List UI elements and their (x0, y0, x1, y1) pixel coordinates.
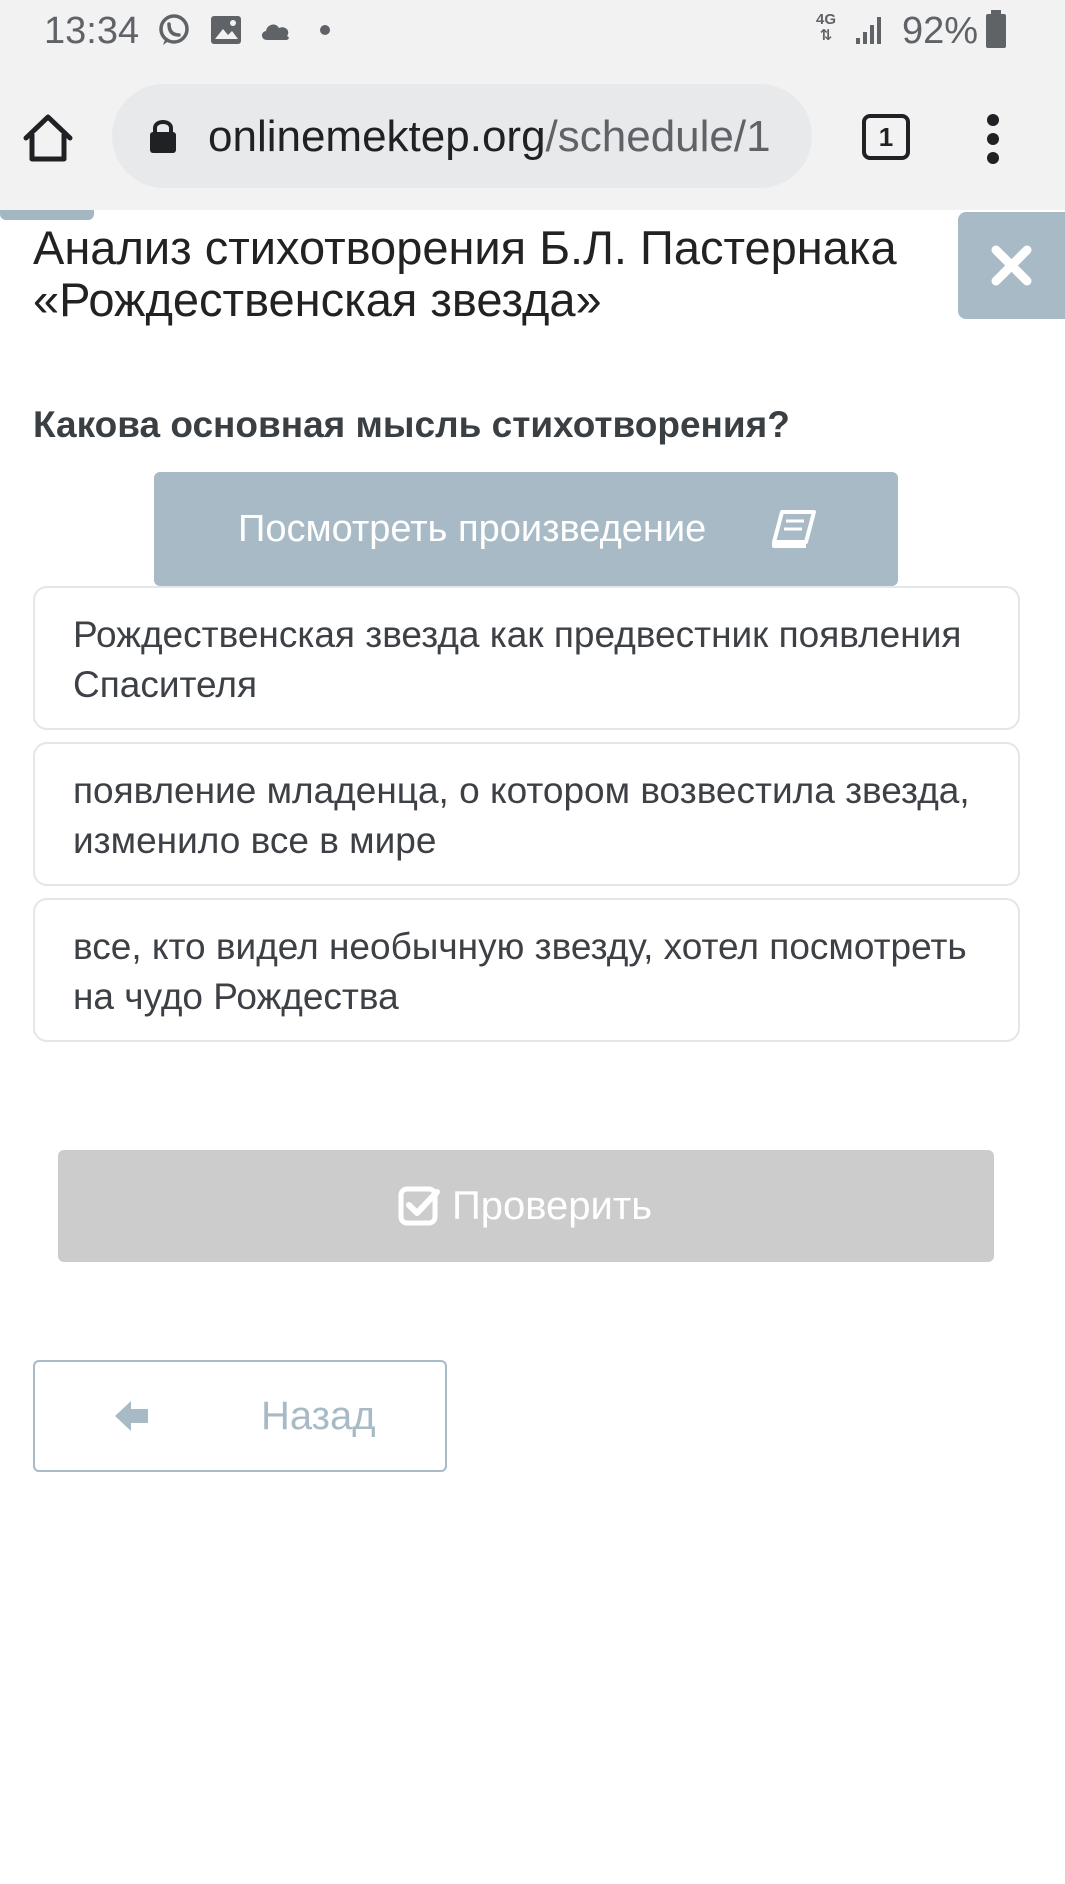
lock-icon (150, 120, 176, 153)
close-button[interactable] (958, 212, 1065, 319)
answer-option-3[interactable]: все, кто видел необычную звезду, хотел п… (33, 898, 1020, 1042)
url-path: /schedule/1 (545, 112, 771, 161)
signal-icon (856, 17, 881, 44)
answer-option-2[interactable]: появление младенца, о котором возвестила… (33, 742, 1020, 886)
browser-toolbar: onlinemektep.org/schedule/1 1 (0, 66, 1065, 210)
url-domain: onlinemektep.org (208, 112, 546, 161)
status-bar: 13:34 4G ⇅ 92% (0, 0, 1065, 66)
tabs-button[interactable]: 1 (862, 114, 910, 160)
address-bar[interactable]: onlinemektep.org/schedule/1 (112, 84, 812, 188)
question-text: Какова основная мысль стихотворения? (33, 404, 790, 445)
network-indicator: 4G ⇅ (816, 12, 836, 44)
status-time: 13:34 (44, 10, 140, 52)
home-icon[interactable] (20, 110, 76, 166)
view-work-label: Посмотреть произведение (238, 508, 707, 550)
menu-icon[interactable] (978, 114, 1008, 164)
check-button[interactable]: Проверить (58, 1150, 994, 1262)
gallery-icon (211, 16, 241, 44)
data-arrows-icon: ⇅ (819, 27, 833, 44)
header-tab (0, 210, 94, 220)
back-button[interactable]: Назад (33, 1360, 447, 1472)
network-type: 4G (816, 11, 837, 28)
battery-icon (986, 10, 1006, 48)
book-icon (772, 510, 816, 548)
tab-count: 1 (878, 122, 894, 152)
cloud-icon (261, 24, 289, 40)
url-text: onlinemektep.org/schedule/1 (208, 112, 771, 162)
check-square-icon (398, 1186, 440, 1226)
arrow-left-icon (115, 1401, 148, 1431)
answer-option-1[interactable]: Рождественская звезда как предвестник по… (33, 586, 1020, 730)
notification-dot (320, 25, 330, 35)
whatsapp-icon (159, 14, 189, 45)
battery-percent: 92% (902, 10, 979, 52)
back-label: Назад (261, 1394, 376, 1438)
check-label: Проверить (452, 1184, 653, 1228)
view-work-button[interactable]: Посмотреть произведение (154, 472, 898, 586)
close-icon (991, 245, 1032, 286)
lesson-title: Анализ стихотворения Б.Л. Пастернака «Ро… (33, 221, 897, 326)
page: 13:34 4G ⇅ 92% onlinemektep.org/schedule… (0, 0, 1065, 1884)
